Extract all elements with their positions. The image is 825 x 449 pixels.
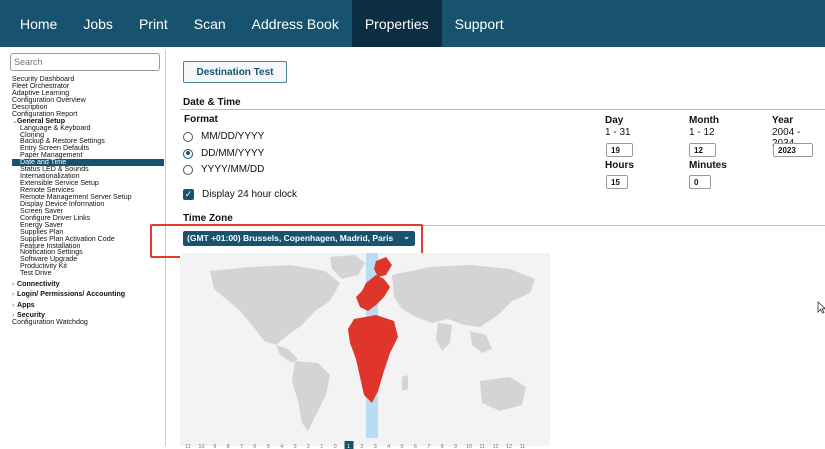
format-option-label: YYYY/MM/DD xyxy=(201,164,265,175)
offset-tick-label: 1 xyxy=(320,444,323,449)
day-input[interactable]: 19 xyxy=(606,143,633,157)
nav-address-book[interactable]: Address Book xyxy=(239,0,352,47)
central-america-shape xyxy=(276,345,298,363)
minutes-input[interactable]: 0 xyxy=(689,175,711,189)
europe-shape xyxy=(356,275,390,311)
month-label: Month xyxy=(689,115,719,126)
nav-support[interactable]: Support xyxy=(442,0,517,47)
madagascar-shape xyxy=(402,375,408,391)
offset-tick-label: 4 xyxy=(387,444,390,449)
offset-tick-label: 2 xyxy=(360,444,363,449)
nav-jobs[interactable]: Jobs xyxy=(70,0,126,47)
sidebar-item-label: Login/ Permissions/ Accounting xyxy=(17,290,126,299)
offset-tick-label: 5 xyxy=(400,444,403,449)
sidebar-item-label: Apps xyxy=(17,300,35,309)
offset-tick-label: 3 xyxy=(374,444,377,449)
offset-tick-label: 10 xyxy=(198,444,204,449)
display-24h-toggle[interactable]: ✓ Display 24 hour clock xyxy=(183,189,297,200)
format-option-mmddyyyy[interactable]: MM/DD/YYYY xyxy=(183,131,264,142)
nav-scan[interactable]: Scan xyxy=(181,0,239,47)
nav-properties[interactable]: Properties xyxy=(351,0,442,47)
main-content: Destination Test Date & Time Format MM/D… xyxy=(150,50,825,449)
sidebar-item-label: Connectivity xyxy=(17,279,60,288)
display-24h-label: Display 24 hour clock xyxy=(202,189,298,200)
offset-tick-label: 12 xyxy=(493,444,499,449)
format-option-ddmmyyyy[interactable]: DD/MM/YYYY xyxy=(183,148,264,159)
sidebar: Security DashboardFleet OrchestratorAdap… xyxy=(7,50,166,446)
offset-tick-label: 3 xyxy=(293,444,296,449)
offset-tick-label: 10 xyxy=(466,444,472,449)
offset-tick-label: 7 xyxy=(240,444,243,449)
format-option-label: DD/MM/YYYY xyxy=(201,148,265,159)
australia-shape xyxy=(480,377,526,411)
hours-label: Hours xyxy=(605,160,634,171)
month-input[interactable]: 12 xyxy=(689,143,716,157)
sidebar-item-configuration-watchdog[interactable]: Configuration Watchdog xyxy=(12,319,164,326)
format-option-yyyymmdd[interactable]: YYYY/MM/DD xyxy=(183,164,264,175)
format-label: Format xyxy=(184,114,218,125)
offset-tick-label: 5 xyxy=(267,444,270,449)
asia-shape xyxy=(392,265,535,327)
sidebar-item-test-drive[interactable]: Test Drive xyxy=(12,270,164,277)
offset-tick-label: 7 xyxy=(427,444,430,449)
radio-icon[interactable] xyxy=(183,131,193,142)
day-label: Day xyxy=(605,115,624,126)
search-input[interactable] xyxy=(10,53,160,71)
offset-tick-label: 2 xyxy=(307,444,310,449)
offset-tick-label: 11 xyxy=(185,444,191,449)
southeast-asia-shape xyxy=(470,331,492,353)
offset-tick-label: 6 xyxy=(253,444,256,449)
date-time-heading: Date & Time xyxy=(180,96,825,110)
offset-tick-label: 4 xyxy=(280,444,283,449)
sidebar-list: Security Dashboard Fleet Orchestrator Adap… xyxy=(12,75,164,326)
offset-tick-label: 9 xyxy=(454,444,457,449)
offset-tick-label: 8 xyxy=(227,444,230,449)
nav-home[interactable]: Home xyxy=(0,0,70,47)
time-zone-map[interactable]: 11 10 9 8 7 6 5 4 3 2 1 0 1 2 3 4 5 6 7 8 9 10 11 12 12 11 xyxy=(180,253,550,449)
radio-checked-icon[interactable] xyxy=(183,148,193,159)
destination-test-button[interactable]: Destination Test xyxy=(183,61,287,83)
north-america-shape xyxy=(210,265,340,345)
offset-tick-label: 11 xyxy=(479,444,485,449)
nav-print[interactable]: Print xyxy=(126,0,181,47)
offset-tick-label: 12 xyxy=(506,444,512,449)
offset-tick-label: 6 xyxy=(414,444,417,449)
sidebar-section-login-permissions-accounting[interactable]: › Login/ Permissions/ Accounting xyxy=(12,291,164,298)
mouse-cursor-icon xyxy=(817,301,825,319)
south-america-shape xyxy=(292,361,330,431)
year-input[interactable]: 2023 xyxy=(773,143,813,157)
offset-tick-label: 9 xyxy=(213,444,216,449)
format-option-label: MM/DD/YYYY xyxy=(201,131,265,142)
hours-input[interactable]: 15 xyxy=(606,175,628,189)
offset-tick-label: 0 xyxy=(334,444,337,449)
offset-tick-label: 1 xyxy=(347,444,350,449)
minutes-label: Minutes xyxy=(689,160,727,171)
sidebar-section-apps[interactable]: › Apps xyxy=(12,300,164,309)
sidebar-section-connectivity[interactable]: › Connectivity xyxy=(12,279,164,288)
greenland-shape xyxy=(330,255,365,279)
africa-shape xyxy=(348,315,398,403)
radio-icon[interactable] xyxy=(183,164,193,175)
month-range: 1 - 12 xyxy=(689,127,715,138)
sidebar-item-label: Configuration Watchdog xyxy=(12,318,88,327)
checkbox-checked-icon[interactable]: ✓ xyxy=(183,189,194,200)
world-map-graphic xyxy=(210,253,535,438)
sidebar-item-label: Test Drive xyxy=(20,269,52,278)
offset-tick-label: 8 xyxy=(441,444,444,449)
year-label: Year xyxy=(772,115,794,126)
day-range: 1 - 31 xyxy=(605,127,631,138)
utc-offset-scale: 11 10 9 8 7 6 5 4 3 2 1 0 1 2 3 4 5 6 7 8 9 10 11 12 12 11 xyxy=(185,441,526,449)
offset-tick-label: 11 xyxy=(520,444,526,449)
india-shape xyxy=(436,323,452,351)
top-navigation: Home Jobs Print Scan Address Book Proper… xyxy=(0,0,825,47)
